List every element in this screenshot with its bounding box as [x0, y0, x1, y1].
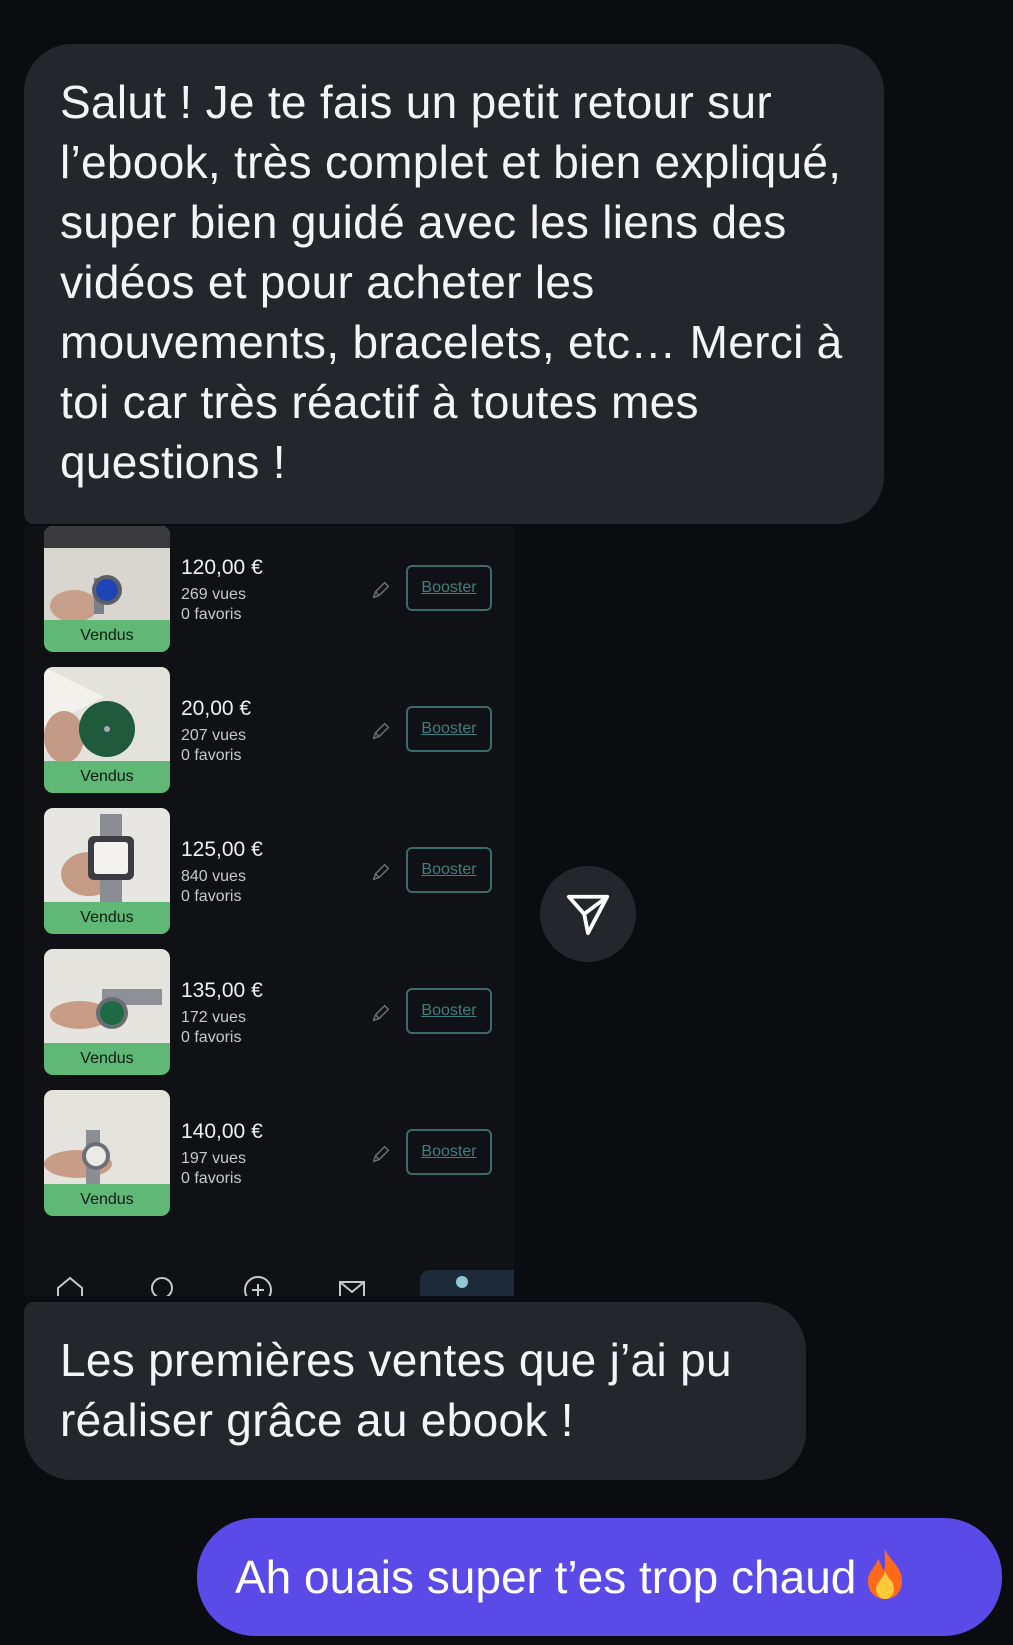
pencil-icon[interactable]	[370, 1002, 392, 1024]
listing-row: Vendus 140,00 € 197 vues 0 favoris Boost…	[44, 1090, 514, 1216]
sold-badge: Vendus	[44, 620, 170, 652]
listing-thumbnail: Vendus	[44, 667, 170, 793]
sent-message-bubble[interactable]: Ah ouais super t’es trop chaud	[197, 1518, 1002, 1636]
listing-views: 197 vues	[181, 1150, 246, 1167]
watch-green-photo	[44, 949, 170, 1045]
received-message-bubble[interactable]: Les premières ventes que j’ai pu réalise…	[24, 1302, 806, 1480]
sold-badge: Vendus	[44, 1184, 170, 1216]
pencil-icon[interactable]	[370, 1143, 392, 1165]
listing-thumbnail: Vendus	[44, 808, 170, 934]
send-icon	[566, 894, 610, 936]
received-message-text: Les premières ventes que j’ai pu réalise…	[60, 1334, 732, 1446]
booster-button[interactable]: Booster	[406, 1129, 492, 1175]
listing-row: Vendus 125,00 € 840 vues 0 favoris Boost…	[44, 808, 514, 934]
listing-price: 140,00 €	[181, 1120, 263, 1143]
listing-views: 207 vues	[181, 727, 246, 744]
sold-badge: Vendus	[44, 1043, 170, 1075]
sent-message-text: Ah ouais super t’es trop chaud	[235, 1551, 857, 1603]
listing-thumbnail: Vendus	[44, 526, 170, 652]
received-message-text: Salut ! Je te fais un petit retour sur l…	[60, 76, 843, 488]
listing-favorites: 0 favoris	[181, 606, 242, 623]
sold-badge: Vendus	[44, 902, 170, 934]
booster-button[interactable]: Booster	[406, 565, 492, 611]
pencil-icon[interactable]	[370, 720, 392, 742]
listing-price: 120,00 €	[181, 556, 263, 579]
listing-views: 269 vues	[181, 586, 246, 603]
booster-button[interactable]: Booster	[406, 847, 492, 893]
watch-photo-blue	[44, 526, 170, 622]
watch-white-photo	[44, 1090, 170, 1186]
listing-favorites: 0 favoris	[181, 1170, 242, 1187]
mail-icon[interactable]	[336, 1272, 368, 1296]
listing-row: Vendus 120,00 € 269 vues 0 favoris Boost…	[44, 526, 514, 652]
home-icon[interactable]	[54, 1272, 86, 1296]
add-icon[interactable]	[242, 1272, 274, 1296]
share-button[interactable]	[540, 866, 636, 962]
pencil-icon[interactable]	[370, 579, 392, 601]
listing-price: 20,00 €	[181, 697, 252, 720]
listing-favorites: 0 favoris	[181, 888, 242, 905]
profile-icon[interactable]	[452, 1268, 484, 1296]
watch-dial-green-photo	[44, 667, 170, 763]
booster-button[interactable]: Booster	[406, 988, 492, 1034]
listing-price: 125,00 €	[181, 838, 263, 861]
listing-favorites: 0 favoris	[181, 1029, 242, 1046]
fire-emoji	[862, 1526, 908, 1599]
search-icon[interactable]	[148, 1272, 180, 1296]
pencil-icon[interactable]	[370, 861, 392, 883]
received-message-bubble[interactable]: Salut ! Je te fais un petit retour sur l…	[24, 44, 884, 524]
sold-badge: Vendus	[44, 761, 170, 793]
listing-thumbnail: Vendus	[44, 949, 170, 1075]
listing-views: 172 vues	[181, 1009, 246, 1026]
listing-favorites: 0 favoris	[181, 747, 242, 764]
listing-row: Vendus 20,00 € 207 vues 0 favoris Booste…	[44, 667, 514, 793]
booster-button[interactable]: Booster	[406, 706, 492, 752]
listing-thumbnail: Vendus	[44, 1090, 170, 1216]
shared-screenshot[interactable]: Vendus 120,00 € 269 vues 0 favoris Boost…	[24, 526, 514, 1296]
listing-price: 135,00 €	[181, 979, 263, 1002]
watch-square-photo	[44, 808, 170, 904]
listing-row: Vendus 135,00 € 172 vues 0 favoris Boost…	[44, 949, 514, 1075]
listing-views: 840 vues	[181, 868, 246, 885]
